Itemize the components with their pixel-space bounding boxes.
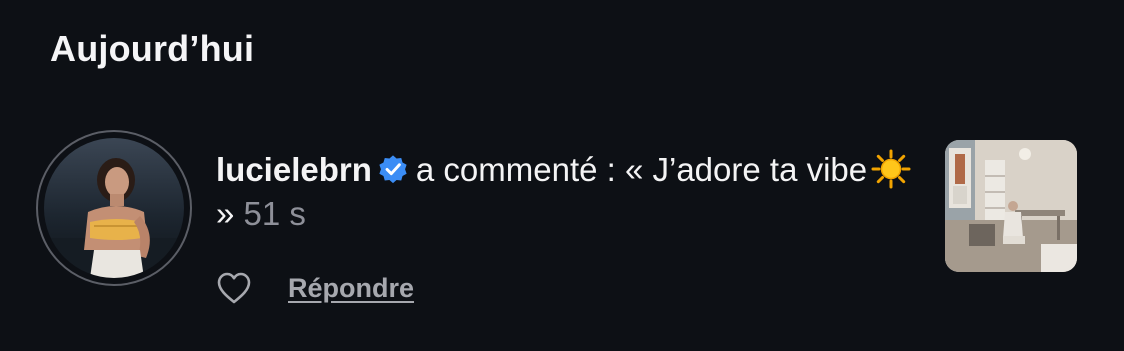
comment-text: a commenté : « J’adore ta vibe [415, 151, 868, 188]
sun-emoji-icon [871, 149, 911, 189]
timestamp: 51 s [243, 195, 306, 232]
avatar [44, 138, 184, 278]
username-link[interactable]: lucielebrn [216, 151, 372, 188]
comment-notification[interactable]: lucielebrn a commenté : « J’adore ta vib… [0, 126, 1124, 316]
section-title: Aujourd’hui [50, 28, 255, 69]
post-thumbnail[interactable] [945, 140, 1077, 272]
closing-quote: » [216, 195, 235, 232]
verified-badge-icon [379, 155, 407, 184]
notification-text: lucielebrn a commenté : « J’adore ta vib… [216, 148, 916, 236]
reply-button[interactable]: Répondre [288, 273, 414, 304]
heart-outline-icon[interactable] [216, 271, 252, 305]
avatar-ring[interactable] [36, 130, 192, 286]
notification-actions: Répondre [216, 268, 414, 308]
